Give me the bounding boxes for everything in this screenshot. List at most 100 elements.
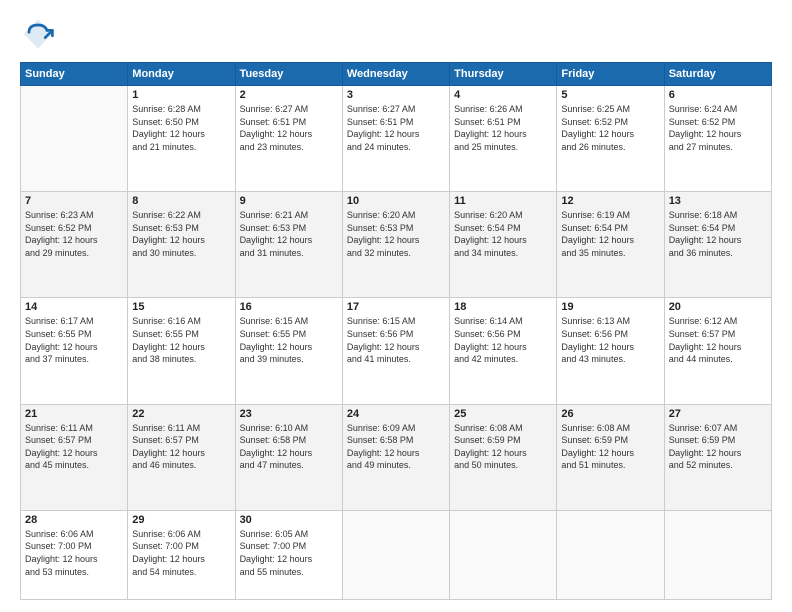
calendar-cell: 19 Sunrise: 6:13 AMSunset: 6:56 PMDayligh…	[557, 298, 664, 404]
day-detail: Sunrise: 6:15 AMSunset: 6:55 PMDaylight:…	[240, 315, 338, 365]
day-detail: Sunrise: 6:26 AMSunset: 6:51 PMDaylight:…	[454, 103, 552, 153]
calendar-week-row: 28 Sunrise: 6:06 AMSunset: 7:00 PMDayligh…	[21, 510, 772, 599]
day-number: 30	[240, 514, 338, 526]
day-number: 9	[240, 195, 338, 207]
day-number: 17	[347, 301, 445, 313]
day-detail: Sunrise: 6:08 AMSunset: 6:59 PMDaylight:…	[454, 422, 552, 472]
day-detail: Sunrise: 6:10 AMSunset: 6:58 PMDaylight:…	[240, 422, 338, 472]
day-detail: Sunrise: 6:06 AMSunset: 7:00 PMDaylight:…	[132, 528, 230, 578]
day-number: 22	[132, 408, 230, 420]
day-detail: Sunrise: 6:11 AMSunset: 6:57 PMDaylight:…	[25, 422, 123, 472]
day-detail: Sunrise: 6:09 AMSunset: 6:58 PMDaylight:…	[347, 422, 445, 472]
weekday-header-friday: Friday	[557, 63, 664, 86]
calendar-week-row: 7 Sunrise: 6:23 AMSunset: 6:52 PMDaylight…	[21, 192, 772, 298]
header	[20, 16, 772, 52]
day-detail: Sunrise: 6:27 AMSunset: 6:51 PMDaylight:…	[240, 103, 338, 153]
day-number: 14	[25, 301, 123, 313]
day-detail: Sunrise: 6:24 AMSunset: 6:52 PMDaylight:…	[669, 103, 767, 153]
page: SundayMondayTuesdayWednesdayThursdayFrid…	[0, 0, 792, 612]
calendar-week-row: 21 Sunrise: 6:11 AMSunset: 6:57 PMDayligh…	[21, 404, 772, 510]
day-number: 25	[454, 408, 552, 420]
day-detail: Sunrise: 6:17 AMSunset: 6:55 PMDaylight:…	[25, 315, 123, 365]
calendar-cell: 24 Sunrise: 6:09 AMSunset: 6:58 PMDayligh…	[342, 404, 449, 510]
day-number: 24	[347, 408, 445, 420]
day-number: 3	[347, 89, 445, 101]
day-detail: Sunrise: 6:20 AMSunset: 6:54 PMDaylight:…	[454, 209, 552, 259]
calendar-cell	[21, 86, 128, 192]
calendar-cell: 12 Sunrise: 6:19 AMSunset: 6:54 PMDayligh…	[557, 192, 664, 298]
calendar-cell	[664, 510, 771, 599]
calendar-cell: 13 Sunrise: 6:18 AMSunset: 6:54 PMDayligh…	[664, 192, 771, 298]
day-number: 8	[132, 195, 230, 207]
day-number: 6	[669, 89, 767, 101]
day-number: 2	[240, 89, 338, 101]
calendar-cell: 9 Sunrise: 6:21 AMSunset: 6:53 PMDaylight…	[235, 192, 342, 298]
calendar-cell: 30 Sunrise: 6:05 AMSunset: 7:00 PMDayligh…	[235, 510, 342, 599]
calendar-cell: 5Sunrise: 6:25 AMSunset: 6:52 PMDaylight…	[557, 86, 664, 192]
day-detail: Sunrise: 6:18 AMSunset: 6:54 PMDaylight:…	[669, 209, 767, 259]
day-detail: Sunrise: 6:13 AMSunset: 6:56 PMDaylight:…	[561, 315, 659, 365]
calendar-header-row: SundayMondayTuesdayWednesdayThursdayFrid…	[21, 63, 772, 86]
calendar-cell: 29 Sunrise: 6:06 AMSunset: 7:00 PMDayligh…	[128, 510, 235, 599]
weekday-header-tuesday: Tuesday	[235, 63, 342, 86]
calendar-cell: 3 Sunrise: 6:27 AMSunset: 6:51 PMDaylight…	[342, 86, 449, 192]
logo	[20, 16, 60, 52]
calendar-cell	[557, 510, 664, 599]
day-number: 10	[347, 195, 445, 207]
day-detail: Sunrise: 6:14 AMSunset: 6:56 PMDaylight:…	[454, 315, 552, 365]
calendar-cell: 2 Sunrise: 6:27 AMSunset: 6:51 PMDaylight…	[235, 86, 342, 192]
calendar-cell: 26Sunrise: 6:08 AMSunset: 6:59 PMDayligh…	[557, 404, 664, 510]
calendar-table: SundayMondayTuesdayWednesdayThursdayFrid…	[20, 62, 772, 600]
day-detail: Sunrise: 6:25 AMSunset: 6:52 PMDaylight:…	[561, 103, 659, 153]
day-number: 12	[561, 195, 659, 207]
calendar-cell: 10Sunrise: 6:20 AMSunset: 6:53 PMDayligh…	[342, 192, 449, 298]
calendar-cell: 6 Sunrise: 6:24 AMSunset: 6:52 PMDaylight…	[664, 86, 771, 192]
day-detail: Sunrise: 6:21 AMSunset: 6:53 PMDaylight:…	[240, 209, 338, 259]
day-number: 16	[240, 301, 338, 313]
day-number: 4	[454, 89, 552, 101]
calendar-week-row: 14 Sunrise: 6:17 AMSunset: 6:55 PMDayligh…	[21, 298, 772, 404]
day-number: 26	[561, 408, 659, 420]
day-detail: Sunrise: 6:28 AMSunset: 6:50 PMDaylight:…	[132, 103, 230, 153]
day-number: 20	[669, 301, 767, 313]
calendar-cell: 16 Sunrise: 6:15 AMSunset: 6:55 PMDayligh…	[235, 298, 342, 404]
calendar-cell	[450, 510, 557, 599]
day-number: 21	[25, 408, 123, 420]
calendar-cell: 15Sunrise: 6:16 AMSunset: 6:55 PMDayligh…	[128, 298, 235, 404]
day-detail: Sunrise: 6:05 AMSunset: 7:00 PMDaylight:…	[240, 528, 338, 578]
day-detail: Sunrise: 6:23 AMSunset: 6:52 PMDaylight:…	[25, 209, 123, 259]
calendar-cell: 8 Sunrise: 6:22 AMSunset: 6:53 PMDaylight…	[128, 192, 235, 298]
day-detail: Sunrise: 6:07 AMSunset: 6:59 PMDaylight:…	[669, 422, 767, 472]
day-number: 19	[561, 301, 659, 313]
day-detail: Sunrise: 6:22 AMSunset: 6:53 PMDaylight:…	[132, 209, 230, 259]
calendar-cell: 1Sunrise: 6:28 AMSunset: 6:50 PMDaylight…	[128, 86, 235, 192]
day-number: 13	[669, 195, 767, 207]
calendar-cell: 23 Sunrise: 6:10 AMSunset: 6:58 PMDayligh…	[235, 404, 342, 510]
day-number: 27	[669, 408, 767, 420]
day-number: 7	[25, 195, 123, 207]
calendar-cell: 4 Sunrise: 6:26 AMSunset: 6:51 PMDaylight…	[450, 86, 557, 192]
day-number: 23	[240, 408, 338, 420]
day-number: 11	[454, 195, 552, 207]
calendar-cell: 17 Sunrise: 6:15 AMSunset: 6:56 PMDayligh…	[342, 298, 449, 404]
calendar-cell: 25 Sunrise: 6:08 AMSunset: 6:59 PMDayligh…	[450, 404, 557, 510]
day-detail: Sunrise: 6:27 AMSunset: 6:51 PMDaylight:…	[347, 103, 445, 153]
calendar-cell: 20Sunrise: 6:12 AMSunset: 6:57 PMDayligh…	[664, 298, 771, 404]
logo-icon	[20, 16, 56, 52]
day-detail: Sunrise: 6:15 AMSunset: 6:56 PMDaylight:…	[347, 315, 445, 365]
calendar-cell: 18Sunrise: 6:14 AMSunset: 6:56 PMDayligh…	[450, 298, 557, 404]
weekday-header-sunday: Sunday	[21, 63, 128, 86]
weekday-header-monday: Monday	[128, 63, 235, 86]
day-number: 29	[132, 514, 230, 526]
day-detail: Sunrise: 6:19 AMSunset: 6:54 PMDaylight:…	[561, 209, 659, 259]
day-detail: Sunrise: 6:16 AMSunset: 6:55 PMDaylight:…	[132, 315, 230, 365]
day-detail: Sunrise: 6:11 AMSunset: 6:57 PMDaylight:…	[132, 422, 230, 472]
calendar-cell: 11 Sunrise: 6:20 AMSunset: 6:54 PMDayligh…	[450, 192, 557, 298]
calendar-cell: 28 Sunrise: 6:06 AMSunset: 7:00 PMDayligh…	[21, 510, 128, 599]
day-detail: Sunrise: 6:06 AMSunset: 7:00 PMDaylight:…	[25, 528, 123, 578]
calendar-cell: 14 Sunrise: 6:17 AMSunset: 6:55 PMDayligh…	[21, 298, 128, 404]
weekday-header-saturday: Saturday	[664, 63, 771, 86]
weekday-header-wednesday: Wednesday	[342, 63, 449, 86]
day-number: 28	[25, 514, 123, 526]
calendar-cell: 22 Sunrise: 6:11 AMSunset: 6:57 PMDayligh…	[128, 404, 235, 510]
